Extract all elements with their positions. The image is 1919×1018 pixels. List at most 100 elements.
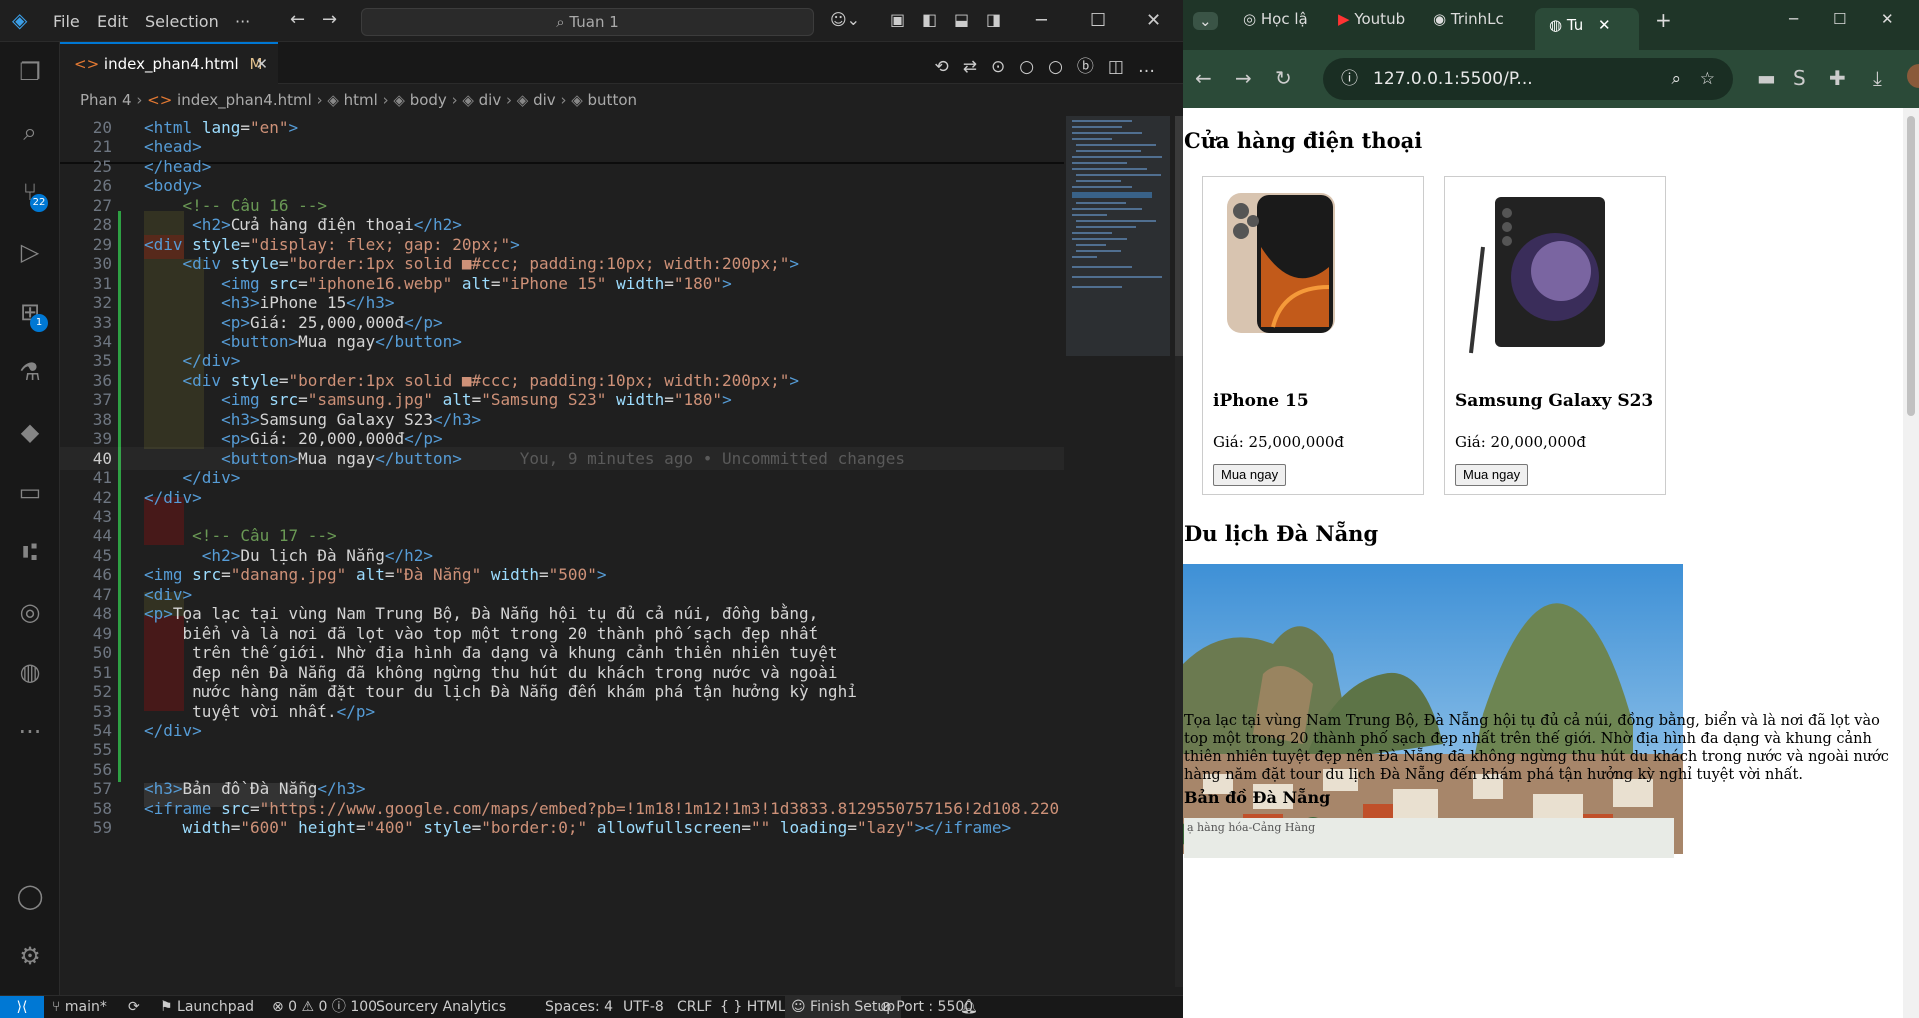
editor-scrollbar[interactable]: [1175, 116, 1183, 987]
browser-tab-active[interactable]: ◍ Tu ✕: [1535, 8, 1639, 50]
extension-s-icon[interactable]: S: [1793, 66, 1806, 90]
back-arrow-icon[interactable]: ←: [290, 9, 305, 30]
address-bar[interactable]: ⓘ 127.0.0.1:5500/P... ⌕ ☆: [1323, 58, 1733, 100]
new-tab-icon[interactable]: +: [1655, 8, 1672, 32]
tab-close-icon[interactable]: ✕: [255, 44, 268, 84]
status-encoding[interactable]: UTF-8: [623, 996, 664, 1018]
reload-icon[interactable]: ↻: [1275, 66, 1292, 90]
back-icon[interactable]: ←: [1195, 66, 1212, 90]
toggle-panel-icon[interactable]: ⬓: [954, 10, 969, 29]
extensions-puzzle-icon[interactable]: ✚: [1829, 66, 1846, 90]
browser-close-icon[interactable]: ✕: [1881, 10, 1894, 28]
line-content: width="600" height="400" style="border:0…: [182, 818, 1012, 838]
breadcrumb-div-inner[interactable]: div: [533, 91, 556, 109]
extensions-badge: 1: [30, 314, 48, 332]
source-control-badge: 22: [30, 194, 48, 212]
breadcrumb-button[interactable]: button: [588, 91, 637, 109]
minimap[interactable]: [1064, 116, 1174, 987]
tab-search-icon[interactable]: ⌄: [1193, 12, 1218, 30]
product-card-iphone: iPhone 15 Giá: 25,000,000đ Mua ngay: [1202, 176, 1424, 495]
menu-edit[interactable]: Edit: [97, 12, 128, 31]
url-text: 127.0.0.1:5500/P...: [1373, 69, 1533, 89]
status-language[interactable]: { } HTML: [720, 996, 786, 1018]
status-problems[interactable]: ⊗ 0 ⚠ 0 ⓘ 100: [272, 996, 377, 1018]
browser-toolbar: ← → ↻ ⓘ 127.0.0.1:5500/P... ⌕ ☆ ▬ S ✚ ⤓: [1183, 50, 1919, 108]
buy-now-button[interactable]: Mua ngay: [1455, 464, 1529, 486]
remote-explorer-icon[interactable]: ◍: [14, 656, 46, 688]
tab-index-phan4[interactable]: <> index_phan4.html M ✕: [60, 42, 278, 84]
menu-more[interactable]: ···: [235, 12, 250, 31]
settings-gear-icon[interactable]: ⚙: [14, 940, 46, 972]
map-heading: Bản đồ Đà Nẵng: [1184, 788, 1331, 807]
minimize-icon[interactable]: ─: [1036, 10, 1047, 31]
explorer-icon[interactable]: ❐: [14, 56, 46, 88]
menu-file[interactable]: File: [53, 12, 80, 31]
code-line[interactable]: 59 width="600" height="400" style="borde…: [60, 816, 1064, 840]
product-price: Giá: 25,000,000đ: [1213, 433, 1345, 451]
product-name: iPhone 15: [1213, 391, 1309, 411]
toggle-sidebar-icon[interactable]: ◧: [922, 10, 937, 29]
close-icon[interactable]: ✕: [1146, 10, 1161, 31]
command-center[interactable]: ⌕ Tuan 1: [361, 8, 814, 36]
download-icon[interactable]: ⤓: [1873, 66, 1882, 90]
page-scrollbar-thumb[interactable]: [1907, 116, 1915, 416]
breadcrumb-file[interactable]: index_phan4.html: [177, 91, 312, 109]
status-sourcery[interactable]: Sourcery Analytics: [376, 996, 506, 1018]
notifications-icon[interactable]: 🔔︎: [960, 996, 978, 1018]
site-info-icon[interactable]: ⓘ: [1341, 58, 1358, 100]
html-file-icon: <>: [74, 55, 100, 73]
browser-tab-3[interactable]: ◉ TrinhLc: [1433, 10, 1504, 28]
tab-label: index_phan4.html: [103, 55, 239, 73]
git-graph-icon[interactable]: ⑆: [14, 536, 46, 568]
editor-actions[interactable]: ⟲⇄⊙○○ⓑ◫…: [935, 52, 1169, 77]
browser-minimize-icon[interactable]: ─: [1789, 10, 1798, 28]
sync-icon[interactable]: ⟳: [128, 996, 140, 1018]
remote-indicator-icon[interactable]: ⟩⟨: [0, 996, 44, 1018]
breadcrumb-div[interactable]: div: [479, 91, 502, 109]
status-bar: ⟩⟨ ⑂ main* ⟳ ⚑ Launchpad ⊗ 0 ⚠ 0 ⓘ 100 S…: [0, 995, 1183, 1018]
breadcrumb-body[interactable]: body: [410, 91, 447, 109]
forward-icon[interactable]: →: [1235, 66, 1252, 90]
folder-icon[interactable]: ▭: [14, 476, 46, 508]
status-launchpad[interactable]: ⚑ Launchpad: [160, 996, 254, 1018]
tab-close-icon[interactable]: ✕: [1598, 16, 1611, 34]
iphone-image: [1227, 193, 1335, 333]
profile-avatar[interactable]: [1907, 64, 1919, 88]
browser-tab-2[interactable]: ▶ Youtub: [1338, 10, 1405, 28]
buy-now-button[interactable]: Mua ngay: [1213, 464, 1287, 486]
toggle-secondary-sidebar-icon[interactable]: ◨: [986, 10, 1001, 29]
status-eol[interactable]: CRLF: [677, 996, 712, 1018]
map-embed[interactable]: ạ hàng hóa-Cảng Hàng: [1184, 818, 1674, 858]
layout-icon[interactable]: ▣: [890, 10, 905, 29]
browser-tab-1[interactable]: ◎ Học lậ: [1243, 10, 1308, 28]
breadcrumb-html[interactable]: html: [344, 91, 378, 109]
extension-icon[interactable]: ▬: [1757, 66, 1776, 90]
search-icon[interactable]: ⌕: [14, 116, 46, 148]
danang-paragraph: Tọa lạc tại vùng Nam Trung Bộ, Đà Nẵng h…: [1184, 713, 1889, 783]
browser-window: ⌄ ◎ Học lậ ▶ Youtub ◉ TrinhLc ◍ Tu ✕ + ─…: [1183, 0, 1919, 1018]
more-icon[interactable]: ···: [14, 716, 46, 748]
vscode-window: ◈ File Edit Selection ··· ← → ⌕ Tuan 1 ☺…: [0, 0, 1183, 1018]
code-editor[interactable]: 20 <html lang="en"> 21 <head> 25 </head> 26 <bo…: [60, 116, 1064, 987]
line-number: 59: [92, 818, 112, 838]
vscode-logo-icon: ◈: [12, 8, 28, 32]
maximize-icon[interactable]: ☐: [1090, 10, 1106, 31]
browser-maximize-icon[interactable]: ☐: [1833, 10, 1846, 28]
gitlens-icon[interactable]: ◎: [14, 596, 46, 628]
testing-icon[interactable]: ⚗: [14, 356, 46, 388]
account-icon[interactable]: ◯: [14, 880, 46, 912]
status-branch[interactable]: ⑂ main*: [52, 996, 107, 1018]
breadcrumb: Phan 4 › <> index_phan4.html › ◈ html › …: [60, 84, 1183, 116]
editor-tabs: <> index_phan4.html M ✕ ⟲⇄⊙○○ⓑ◫…: [60, 42, 1183, 84]
zoom-icon[interactable]: ⌕: [1671, 58, 1681, 100]
breadcrumb-folder[interactable]: Phan 4: [80, 91, 132, 109]
menu-selection[interactable]: Selection: [145, 12, 219, 31]
status-spaces[interactable]: Spaces: 4: [545, 996, 613, 1018]
danang-image: [1183, 564, 1683, 854]
forward-arrow-icon[interactable]: →: [322, 9, 337, 30]
page-scrollbar[interactable]: [1903, 108, 1919, 1018]
copilot-icon[interactable]: ☺⌄: [830, 10, 860, 29]
run-debug-icon[interactable]: ▷: [14, 236, 46, 268]
bookmark-star-icon[interactable]: ☆: [1700, 58, 1715, 100]
python-icon[interactable]: ◆: [14, 416, 46, 448]
